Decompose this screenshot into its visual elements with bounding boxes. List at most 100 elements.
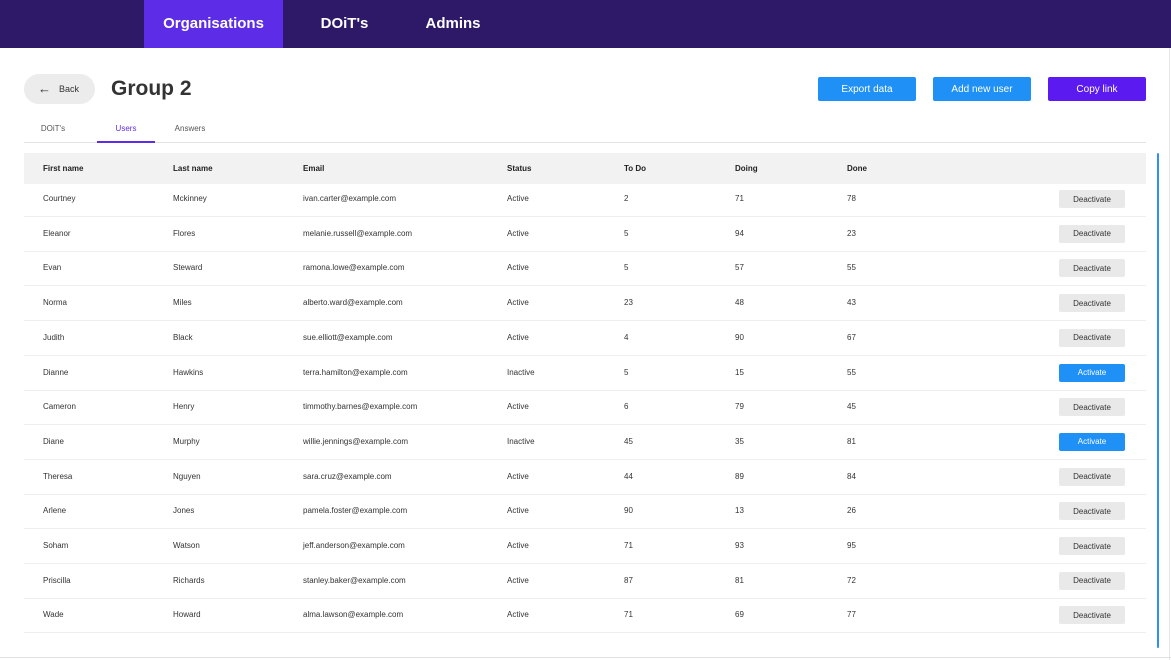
cell-done: 84 bbox=[847, 471, 856, 481]
deactivate-button[interactable]: Deactivate bbox=[1059, 224, 1125, 243]
deactivate-button[interactable]: Deactivate bbox=[1059, 190, 1125, 208]
cell-doing: 79 bbox=[735, 402, 744, 412]
cell-todo: 5 bbox=[624, 228, 629, 238]
table-row: Dianne Hawkins terra.hamilton@example.com I… bbox=[24, 356, 1146, 391]
activate-button[interactable]: Activate bbox=[1059, 432, 1125, 451]
cell-todo: 45 bbox=[624, 436, 633, 446]
activate-button[interactable]: Activate bbox=[1059, 363, 1125, 382]
cell-doing: 48 bbox=[735, 298, 744, 308]
cell-first-name: Dianne bbox=[43, 367, 69, 377]
table-header: First name Last name Email Status To Do … bbox=[24, 153, 1146, 184]
table-row: Evan Steward ramona.lowe@example.com Active… bbox=[24, 251, 1146, 287]
cell-email: pamela.foster@example.com bbox=[303, 506, 408, 516]
cell-first-name: Judith bbox=[43, 332, 65, 342]
cell-done: 78 bbox=[847, 194, 856, 203]
cell-doing: 69 bbox=[735, 610, 744, 620]
cell-email: terra.hamilton@example.com bbox=[303, 367, 408, 377]
cell-todo: 4 bbox=[624, 332, 629, 342]
cell-email: willie.jennings@example.com bbox=[303, 436, 409, 446]
cell-first-name: Soham bbox=[43, 541, 69, 550]
cell-last-name: Howard bbox=[173, 610, 201, 620]
cell-last-name: Mckinney bbox=[173, 194, 207, 203]
cell-first-name: Theresa bbox=[43, 471, 73, 481]
cell-done: 95 bbox=[847, 541, 856, 550]
cell-done: 55 bbox=[847, 367, 856, 377]
cell-last-name: Flores bbox=[173, 228, 196, 238]
copy-link-button[interactable]: Copy link bbox=[1048, 77, 1146, 101]
back-button-label: Back bbox=[59, 84, 80, 94]
table-row: Soham Watson jeff.anderson@example.com Acti… bbox=[24, 529, 1146, 564]
cell-last-name: Black bbox=[173, 332, 193, 342]
cell-status: Active bbox=[507, 228, 529, 238]
cell-last-name: Henry bbox=[173, 402, 195, 412]
deactivate-button[interactable]: Deactivate bbox=[1059, 398, 1125, 417]
deactivate-button[interactable]: Deactivate bbox=[1059, 606, 1125, 625]
cell-status: Active bbox=[507, 298, 529, 308]
cell-todo: 2 bbox=[624, 194, 629, 203]
table-row: Diane Murphy willie.jennings@example.com In… bbox=[24, 425, 1146, 460]
vertical-scrollbar[interactable] bbox=[1157, 153, 1159, 648]
cell-status: Active bbox=[507, 332, 529, 342]
cell-email: alma.lawson@example.com bbox=[303, 610, 404, 620]
table-row: Theresa Nguyen sara.cruz@example.com Active… bbox=[24, 460, 1146, 495]
cell-email: ivan.carter@example.com bbox=[303, 194, 397, 203]
cell-doing: 15 bbox=[735, 367, 744, 377]
deactivate-button[interactable]: Deactivate bbox=[1059, 537, 1125, 555]
deactivate-button[interactable]: Deactivate bbox=[1059, 328, 1125, 347]
cell-first-name: Eleanor bbox=[43, 228, 71, 238]
header-status: Status bbox=[507, 164, 532, 173]
cell-email: alberto.ward@example.com bbox=[303, 298, 403, 308]
cell-email: ramona.lowe@example.com bbox=[303, 263, 405, 273]
tab-users[interactable]: Users bbox=[97, 115, 155, 143]
cell-last-name: Watson bbox=[173, 541, 200, 550]
header-doing: Doing bbox=[735, 164, 758, 173]
export-data-button[interactable]: Export data bbox=[818, 77, 916, 101]
cell-done: 77 bbox=[847, 610, 856, 620]
cell-todo: 23 bbox=[624, 298, 633, 308]
header-last-name: Last name bbox=[173, 164, 213, 173]
cell-status: Active bbox=[507, 610, 529, 620]
cell-doing: 13 bbox=[735, 506, 744, 516]
nav-item-organisations[interactable]: Organisations bbox=[144, 0, 283, 48]
cell-done: 23 bbox=[847, 228, 856, 238]
tab-doits[interactable]: DOiT's bbox=[24, 115, 82, 143]
arrow-left-icon: ← bbox=[38, 81, 51, 96]
tab-answers[interactable]: Answers bbox=[161, 115, 219, 143]
cell-last-name: Nguyen bbox=[173, 471, 201, 481]
deactivate-button[interactable]: Deactivate bbox=[1059, 571, 1125, 590]
cell-email: sara.cruz@example.com bbox=[303, 471, 392, 481]
table-row: Cameron Henry timmothy.barnes@example.com A… bbox=[24, 390, 1146, 426]
nav-item-doits[interactable]: DOiT's bbox=[300, 0, 389, 48]
back-button[interactable]: ← Back bbox=[24, 74, 95, 104]
cell-first-name: Norma bbox=[43, 298, 68, 308]
cell-last-name: Murphy bbox=[173, 436, 200, 446]
add-new-user-button[interactable]: Add new user bbox=[933, 77, 1031, 101]
header-first-name: First name bbox=[43, 164, 84, 173]
cell-last-name: Steward bbox=[173, 263, 203, 273]
cell-todo: 87 bbox=[624, 575, 633, 585]
deactivate-button[interactable]: Deactivate bbox=[1059, 467, 1125, 486]
cell-status: Active bbox=[507, 471, 529, 481]
table-row: Judith Black sue.elliott@example.com Active… bbox=[24, 321, 1146, 356]
divider bbox=[1169, 48, 1170, 660]
cell-status: Active bbox=[507, 402, 529, 412]
header-email: Email bbox=[303, 164, 325, 173]
cell-todo: 71 bbox=[624, 541, 633, 550]
top-navigation: Organisations DOiT's Admins bbox=[0, 0, 1171, 48]
cell-done: 81 bbox=[847, 436, 856, 446]
page-title: Group 2 bbox=[111, 77, 192, 100]
deactivate-button[interactable]: Deactivate bbox=[1059, 259, 1125, 278]
cell-status: Active bbox=[507, 263, 529, 273]
cell-done: 67 bbox=[847, 332, 856, 342]
deactivate-button[interactable]: Deactivate bbox=[1059, 294, 1125, 313]
nav-item-admins[interactable]: Admins bbox=[410, 0, 496, 48]
cell-first-name: Wade bbox=[43, 610, 64, 620]
table-row: Priscilla Richards stanley.baker@example.c… bbox=[24, 564, 1146, 599]
cell-last-name: Richards bbox=[173, 575, 205, 585]
cell-last-name: Jones bbox=[173, 506, 195, 516]
cell-done: 72 bbox=[847, 575, 856, 585]
cell-todo: 5 bbox=[624, 263, 629, 273]
cell-todo: 44 bbox=[624, 471, 633, 481]
cell-done: 55 bbox=[847, 263, 856, 273]
deactivate-button[interactable]: Deactivate bbox=[1059, 502, 1125, 521]
